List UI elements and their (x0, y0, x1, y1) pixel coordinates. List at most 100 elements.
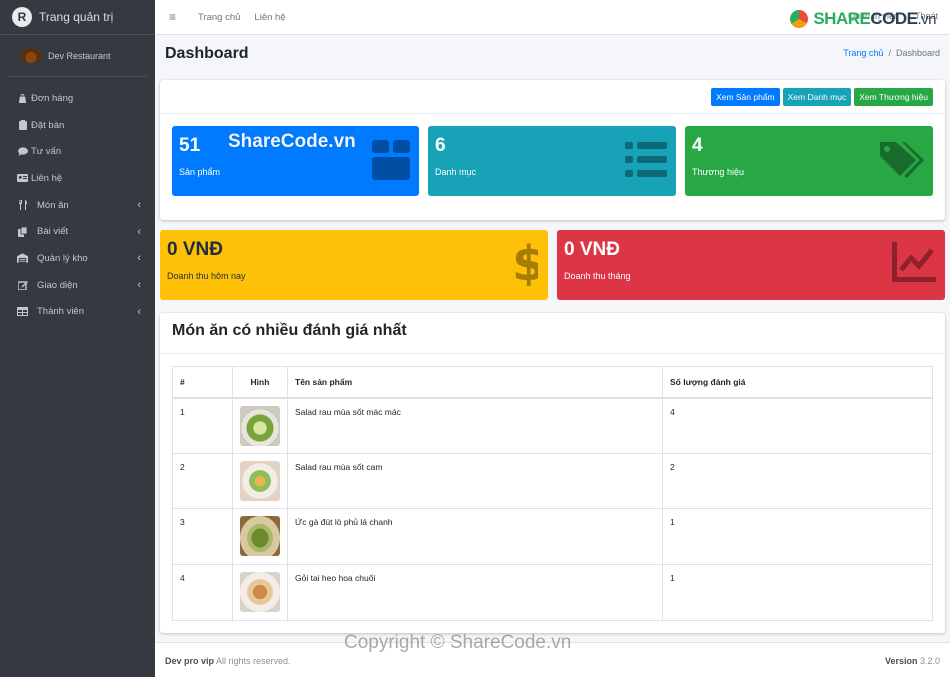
view-products-button[interactable]: Xem Sản phẩm (711, 87, 780, 106)
comment-icon (17, 147, 28, 157)
user-avatar (20, 48, 42, 63)
row-count: 1 (662, 508, 933, 566)
sidebar-item-label: Liên hệ (31, 172, 63, 184)
top-rated-title: Món ăn có nhiều đánh giá nhất (172, 322, 407, 339)
sidebar-item-contact[interactable]: Liên hệ (0, 165, 155, 192)
topnav-contact-link[interactable]: Liên hệ (254, 12, 285, 23)
categories-stat-box[interactable]: 6 Danh mục (428, 126, 676, 196)
box-icon (372, 140, 410, 180)
table-row: 4 Gỏi tai heo hoa chuối 1 (172, 564, 933, 621)
view-brands-button[interactable]: Xem Thương hiệu (854, 87, 933, 106)
dish-image (240, 572, 280, 613)
warehouse-icon (17, 253, 28, 264)
line-chart-icon (892, 242, 936, 282)
sidebar-item-warehouse[interactable]: Quản lý kho ‹ (0, 245, 155, 272)
col-header-number: # (172, 366, 233, 399)
breadcrumb-current: Dashboard (895, 48, 940, 58)
stats-card-header: Xem Sản phẩm Xem Danh mục Xem Thương hiệ… (160, 80, 945, 114)
edit-icon (17, 281, 28, 291)
user-panel[interactable]: Dev Restaurant (8, 35, 147, 77)
breadcrumb-separator: / (888, 48, 891, 58)
chevron-left-icon: ‹ (137, 305, 141, 318)
revenue-month-box[interactable]: 0 VNĐ Doanh thu tháng (557, 230, 945, 300)
row-image-cell (232, 452, 288, 510)
clipboard-icon (17, 120, 28, 131)
chevron-left-icon: ‹ (137, 279, 141, 292)
row-count: 2 (662, 452, 933, 510)
top-rated-card: Món ăn có nhiều đánh giá nhất # Hình Tên… (160, 313, 945, 633)
categories-label: Danh mục (435, 167, 477, 177)
sharecode-logo-icon (788, 8, 811, 30)
svg-text:$: $ (512, 240, 538, 286)
sidebar-item-label: Đặt bàn (31, 119, 65, 131)
sidebar-item-consulting[interactable]: Tư vấn (0, 138, 155, 165)
sidebar: R Trang quản trị Dev Restaurant Đơn hàng… (0, 0, 155, 677)
top-rated-table: # Hình Tên sản phẩm Số lượng đánh giá 1 … (172, 366, 933, 621)
copy-icon (17, 226, 28, 237)
sidebar-item-orders[interactable]: Đơn hàng (0, 85, 155, 112)
row-number: 4 (172, 564, 233, 621)
revenue-today-value: 0 VNĐ (167, 239, 223, 260)
brand-link[interactable]: R Trang quản trị (0, 0, 155, 35)
watermark-text-top: ShareCode.vn (228, 131, 356, 152)
sidebar-item-label: Đơn hàng (31, 92, 74, 104)
breadcrumb-home-link[interactable]: Trang chủ (843, 48, 883, 58)
sharecode-logo-text: SHARECODE.vn (813, 9, 936, 28)
products-count: 51 (179, 135, 201, 156)
chevron-left-icon: ‹ (137, 252, 141, 265)
footer-version: Version 3.2.0 (885, 656, 940, 666)
dish-image (240, 516, 280, 557)
utensils-icon (17, 200, 28, 211)
revenue-month-value: 0 VNĐ (564, 239, 620, 260)
chevron-left-icon: ‹ (137, 199, 141, 212)
products-label: Sản phẩm (179, 167, 221, 177)
row-name: Ức gà đút lò phủ lá chanh (287, 508, 663, 566)
revenue-today-box[interactable]: 0 VNĐ Doanh thu hôm nay $ (160, 230, 548, 300)
topnav-home-link[interactable]: Trang chủ (198, 12, 240, 23)
brands-count: 4 (692, 135, 703, 156)
sidebar-item-appearance[interactable]: Giao diện ‹ (0, 272, 155, 299)
footer-version-label: Version (884, 656, 918, 666)
table-header-row: # Hình Tên sản phẩm Số lượng đánh giá (172, 366, 933, 399)
table-icon (17, 307, 28, 317)
row-number: 2 (172, 452, 233, 510)
row-image-cell (232, 397, 288, 454)
categories-count: 6 (435, 135, 446, 156)
sidebar-item-label: Giao diện (37, 279, 78, 291)
sidebar-item-label: Bài viết (37, 226, 69, 238)
sidebar-item-label: Quản lý kho (37, 252, 88, 264)
revenue-today-label: Doanh thu hôm nay (167, 271, 246, 281)
brand-text: Trang quản trị (39, 10, 114, 24)
sidebar-nav: Đơn hàng Đặt bàn Tư vấn Liên hệ Món ăn ‹… (0, 85, 155, 325)
table-row: 3 Ức gà đút lò phủ lá chanh 1 (172, 508, 933, 566)
row-name: Salad rau mùa sốt mác mác (287, 397, 663, 454)
table-row: 1 Salad rau mùa sốt mác mác 4 (172, 397, 933, 454)
dollar-icon: $ (512, 240, 538, 286)
sidebar-item-label: Thành viên (37, 306, 85, 318)
brands-label: Thương hiệu (692, 167, 744, 177)
footer-version-value: 3.2.0 (917, 656, 940, 666)
card-divider (160, 353, 945, 354)
row-name: Salad rau mùa sốt cam (287, 452, 663, 510)
col-header-name: Tên sản phẩm (287, 366, 663, 399)
row-image-cell (232, 508, 288, 566)
sidebar-item-posts[interactable]: Bài viết ‹ (0, 218, 155, 245)
view-categories-button[interactable]: Xem Danh mục (782, 87, 852, 106)
sidebar-item-reservations[interactable]: Đặt bàn (0, 112, 155, 139)
sidebar-item-dishes[interactable]: Món ăn ‹ (0, 192, 155, 219)
brands-stat-box[interactable]: 4 Thương hiệu (685, 126, 933, 196)
id-card-icon (17, 174, 28, 183)
sidebar-item-members[interactable]: Thành viên ‹ (0, 299, 155, 326)
revenue-month-label: Doanh thu tháng (564, 271, 631, 281)
footer-rights: All rights reserved. (214, 656, 291, 666)
list-icon (625, 142, 667, 177)
col-header-count: Số lượng đánh giá (662, 366, 933, 399)
row-number: 3 (172, 508, 233, 566)
row-number: 1 (172, 397, 233, 454)
menu-toggle-icon[interactable]: ≡ (169, 10, 183, 24)
watermark-text-bottom: Copyright © ShareCode.vn (344, 632, 572, 653)
breadcrumb: Trang chủ / Dashboard (843, 48, 940, 58)
sidebar-item-label: Tư vấn (31, 146, 62, 158)
user-name: Dev Restaurant (48, 50, 111, 61)
row-count: 1 (662, 564, 933, 621)
